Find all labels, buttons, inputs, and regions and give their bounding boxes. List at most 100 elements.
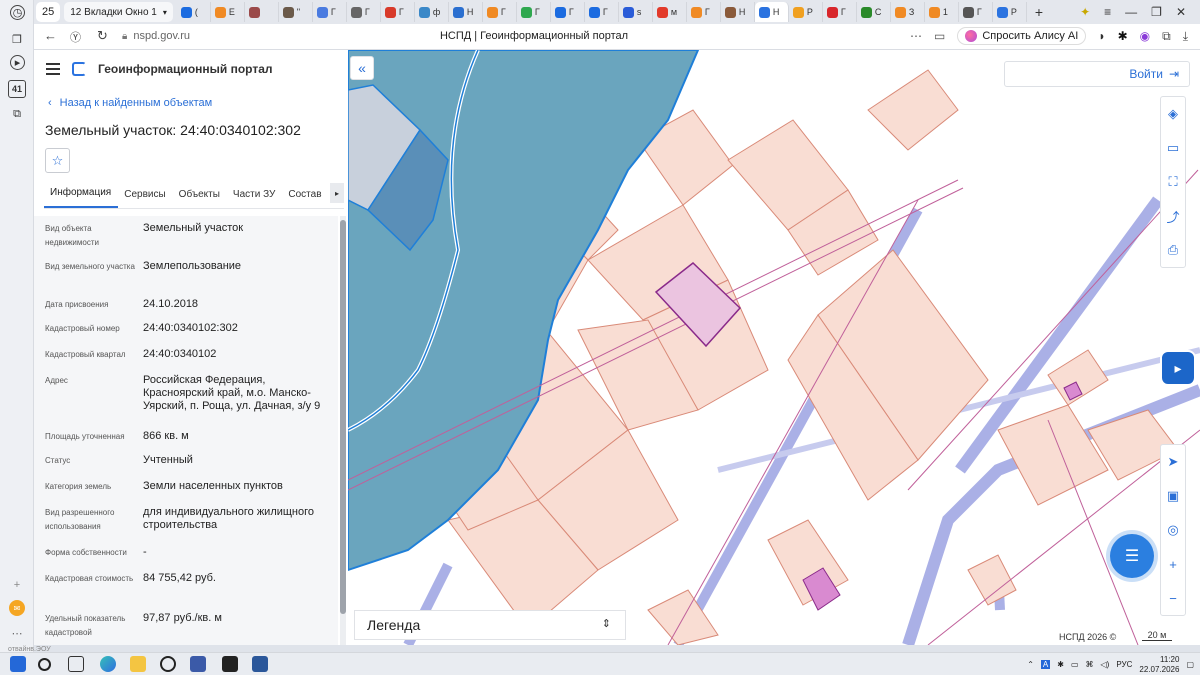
ruler-icon[interactable]: ▭ xyxy=(1161,131,1185,165)
browser-tab[interactable]: ( xyxy=(177,2,211,22)
browser-tab[interactable]: 1 xyxy=(925,2,959,22)
tabs-scroll-right-button[interactable]: ▸ xyxy=(330,183,344,203)
close-icon[interactable]: ✕ xyxy=(1176,5,1186,19)
browser-tab[interactable]: С xyxy=(857,2,891,22)
media-icon[interactable] xyxy=(222,656,238,672)
geolocation-icon[interactable]: ➤ xyxy=(1161,445,1185,479)
browser-tab[interactable]: " xyxy=(279,2,313,22)
downloads-icon[interactable]: ◗ xyxy=(1098,29,1105,43)
browser-tab[interactable]: Г xyxy=(517,2,551,22)
zoom-out-icon[interactable]: − xyxy=(1161,581,1185,615)
search-icon[interactable] xyxy=(38,658,51,671)
browser-tab[interactable]: Н xyxy=(449,2,483,22)
bookmark-add-icon[interactable]: ▭ xyxy=(934,29,945,43)
play-icon[interactable]: ▸ xyxy=(10,55,25,70)
collections-icon[interactable]: ❐ xyxy=(8,30,26,48)
word-icon[interactable] xyxy=(252,656,268,672)
more-icon[interactable]: ⋯ xyxy=(8,624,26,642)
windows-start-icon[interactable] xyxy=(10,656,26,672)
network-icon[interactable]: ⌘ xyxy=(1086,660,1094,669)
browser-tab[interactable]: Р xyxy=(993,2,1027,22)
yandex-icon[interactable] xyxy=(190,656,206,672)
yandex-browser-icon[interactable] xyxy=(160,656,176,672)
browser-tab[interactable] xyxy=(245,2,279,22)
property-value: 24:40:0340102:302 xyxy=(143,322,238,334)
property-value: Землепользование xyxy=(143,260,242,272)
extension-icon[interactable]: ✱ xyxy=(1118,29,1128,43)
tray-monitor-icon[interactable]: ▭ xyxy=(1071,660,1079,669)
browser-tab[interactable]: s xyxy=(619,2,653,22)
browser-tab[interactable]: E xyxy=(211,2,245,22)
mail-icon[interactable]: ✉ xyxy=(9,600,25,616)
task-view-icon[interactable] xyxy=(68,656,84,672)
tab-parts[interactable]: Части ЗУ xyxy=(227,189,282,208)
tray-bluetooth-icon[interactable]: ✱ xyxy=(1057,660,1064,669)
browser-tab[interactable]: Г xyxy=(381,2,415,22)
bookmark-icon[interactable]: ✦ xyxy=(1080,5,1090,19)
minimap-icon[interactable]: ▣ xyxy=(1161,479,1185,513)
more-icon[interactable]: ⋯ xyxy=(910,29,922,43)
gosuslugi-widget-icon[interactable]: ▸ xyxy=(1160,350,1196,386)
share-icon[interactable]: ⤴ xyxy=(1161,199,1185,233)
badge-icon[interactable]: 41 xyxy=(8,80,26,98)
marker-icon[interactable]: ◎ xyxy=(1161,513,1185,547)
scrollbar-thumb[interactable] xyxy=(340,220,346,614)
browser-tab[interactable]: Г xyxy=(585,2,619,22)
system-tray: ⌃ A ✱ ▭ ⌘ ◁) РУС 11:20 22.07.2026 ▢ xyxy=(1027,653,1200,675)
notifications-icon[interactable]: ▢ xyxy=(1186,660,1194,669)
favorite-button[interactable]: ☆ xyxy=(45,148,70,173)
puzzle-icon[interactable]: ⧉ xyxy=(1162,29,1171,44)
browser-tab[interactable]: Н xyxy=(754,2,789,22)
panel-scrollbar[interactable] xyxy=(340,216,346,645)
language-indicator[interactable]: РУС xyxy=(1116,660,1132,669)
layers-icon[interactable]: ◈ xyxy=(1161,97,1185,131)
legend-bar[interactable]: Легенда ⇕ xyxy=(354,610,626,640)
browser-tab[interactable]: Г xyxy=(551,2,585,22)
browser-tab[interactable]: м xyxy=(653,2,687,22)
tab-composition[interactable]: Состав xyxy=(282,189,328,208)
back-link[interactable]: ‹ Назад к найденным объектам xyxy=(48,97,212,109)
tab-count-badge[interactable]: 25 xyxy=(36,2,61,22)
screenshot-icon[interactable]: ⧉ xyxy=(8,105,26,123)
browser-tab[interactable]: З xyxy=(891,2,925,22)
tab-information[interactable]: Информация xyxy=(44,187,119,208)
tab-group[interactable]: 12 Вкладки Окно 1 ▾ xyxy=(64,2,173,22)
tab-services[interactable]: Сервисы xyxy=(118,189,172,208)
browser-tab[interactable]: Г xyxy=(483,2,517,22)
chevron-up-icon[interactable]: ⌃ xyxy=(1027,660,1034,669)
history-icon[interactable]: ◷ xyxy=(10,5,25,20)
expand-icon: ⇕ xyxy=(601,618,611,630)
browser-tab[interactable]: ф xyxy=(415,2,449,22)
vpn-icon[interactable]: ◉ xyxy=(1140,29,1150,43)
hamburger-icon[interactable] xyxy=(46,63,60,75)
alisa-button[interactable]: Спросить Алису AI xyxy=(957,27,1087,45)
download-icon[interactable]: ⤓ xyxy=(1183,29,1188,44)
login-button[interactable]: Войти ⇥ xyxy=(1004,61,1190,87)
browser-tab[interactable]: Г xyxy=(313,2,347,22)
browser-tab[interactable]: Г xyxy=(823,2,857,22)
new-tab-button[interactable]: + xyxy=(1035,4,1043,20)
volume-icon[interactable]: ◁) xyxy=(1101,660,1110,669)
map-view[interactable]: « Войти ⇥ ◈ ▭ ⛶ ⤴ ⎙ ▸ ➤ ▣ ◎ + − ☰ Легенд… xyxy=(348,50,1200,645)
browser-tab[interactable]: Г xyxy=(347,2,381,22)
collapse-panel-button[interactable]: « xyxy=(350,56,374,80)
tray-a-icon[interactable]: A xyxy=(1040,660,1051,669)
print-icon[interactable]: ⎙ xyxy=(1161,233,1185,267)
browser-tab[interactable]: Н xyxy=(721,2,755,22)
browser-tab[interactable]: Г xyxy=(959,2,993,22)
menu-icon[interactable]: ≡ xyxy=(1104,5,1111,19)
browser-tab[interactable]: Р xyxy=(789,2,823,22)
select-area-icon[interactable]: ⛶ xyxy=(1161,165,1185,199)
clock[interactable]: 11:20 22.07.2026 xyxy=(1139,655,1179,675)
tab-objects[interactable]: Объекты xyxy=(173,189,227,208)
restore-icon[interactable]: ❐ xyxy=(1151,5,1162,19)
property-value: для индивидуального жилищного строительс… xyxy=(143,506,315,531)
chat-icon[interactable]: ☰ xyxy=(1110,534,1154,578)
minimize-icon[interactable]: — xyxy=(1125,5,1137,19)
zoom-in-icon[interactable]: + xyxy=(1161,547,1185,581)
tab-label: Г xyxy=(976,7,982,17)
explorer-icon[interactable] xyxy=(130,656,146,672)
edge-icon[interactable] xyxy=(100,656,116,672)
browser-tab[interactable]: Г xyxy=(687,2,721,22)
add-panel-icon[interactable]: + xyxy=(8,576,26,594)
